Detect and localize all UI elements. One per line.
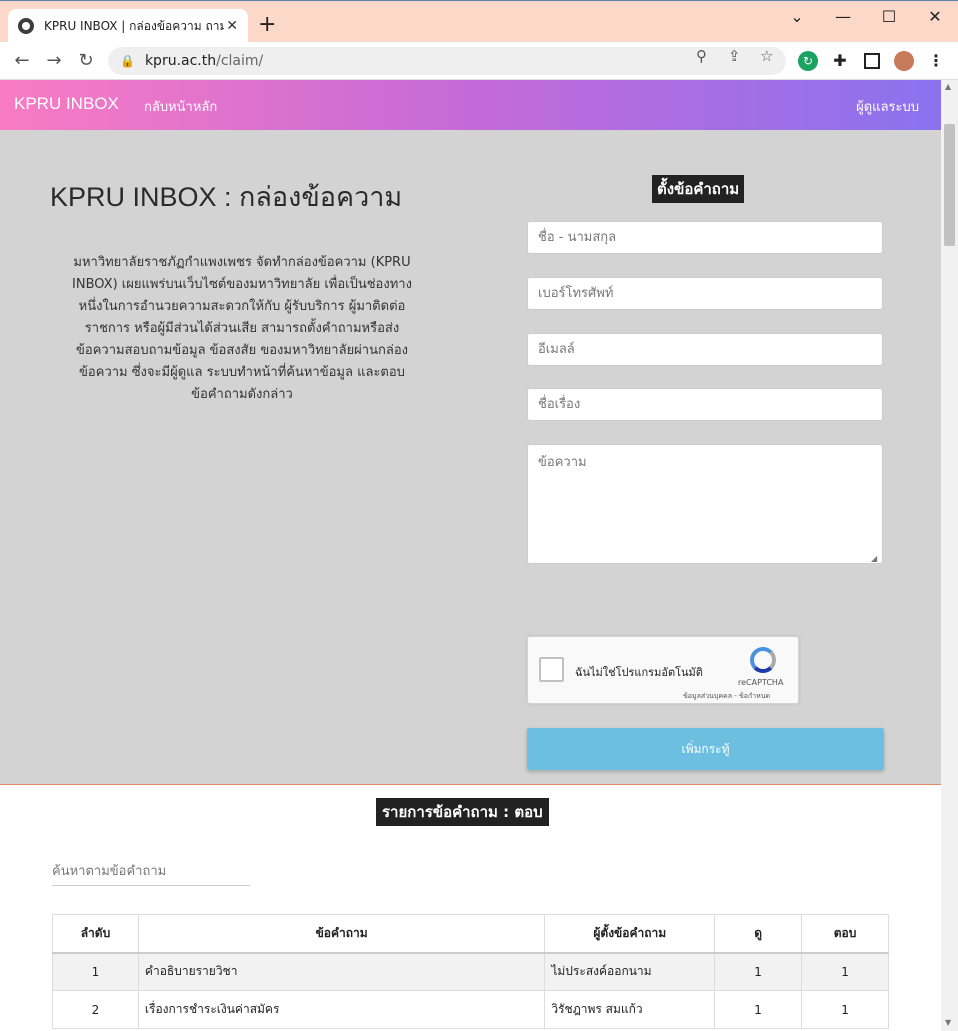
row-number: 1	[52, 952, 139, 991]
admin-link[interactable]: ผู้ดูแลระบบ	[856, 96, 919, 117]
extensions-puzzle-icon[interactable]: ✚	[830, 51, 850, 71]
tab-title: KPRU INBOX | กล่องข้อความ ถาม ต	[44, 18, 224, 33]
captcha-checkbox[interactable]	[539, 657, 564, 682]
row-answers: 1	[801, 990, 889, 1029]
row-number: 2	[52, 990, 139, 1029]
row-views: 1	[714, 990, 803, 1029]
row-views: 1	[714, 952, 803, 991]
page-viewport: KPRU INBOX กลับหน้าหลัก ผู้ดูแลระบบ KPRU…	[0, 80, 941, 1031]
recaptcha-logo-icon	[750, 647, 776, 673]
table-row[interactable]: 1 คำอธิบายรายวิชา ไม่ประสงค์ออกนาม 1 1	[52, 952, 889, 991]
site-brand[interactable]: KPRU INBOX	[14, 94, 119, 114]
form-title: ตั้งข้อคำถาม	[652, 175, 745, 203]
site-navbar: KPRU INBOX กลับหน้าหลัก ผู้ดูแลระบบ	[0, 80, 941, 130]
col-header-answers[interactable]: ตอบ	[801, 914, 889, 954]
browser-menu-icon[interactable]: ⋮	[926, 51, 946, 71]
profile-avatar[interactable]	[894, 51, 914, 71]
recaptcha-widget: ฉันไม่ใช่โปรแกรมอัตโนมัติ reCAPTCHA ข้อม…	[527, 636, 799, 704]
address-bar[interactable]: 🔒 kpru.ac.th/claim/	[108, 47, 786, 75]
scroll-down-icon[interactable]: ▼	[945, 1018, 951, 1027]
row-asker: วิรัชฎาพร สมแก้ว	[544, 990, 716, 1029]
questions-table: ลำดับ ข้อคำถาม ผู้ตั้งข้อคำถาม ดู ตอบ 1 …	[52, 914, 889, 1029]
col-header-views[interactable]: ดู	[714, 914, 803, 954]
captcha-brand: reCAPTCHA	[738, 678, 784, 687]
subject-field[interactable]	[527, 388, 883, 421]
email-field[interactable]	[527, 333, 883, 366]
close-window-button[interactable]: ✕	[912, 7, 958, 26]
page-scrollbar[interactable]: ▲ ▼	[941, 80, 958, 1031]
minimize-button[interactable]: —	[820, 7, 866, 26]
tab-close-icon[interactable]: ✕	[226, 18, 238, 34]
captcha-label: ฉันไม่ใช่โปรแกรมอัตโนมัติ	[575, 666, 703, 679]
row-question[interactable]: คำอธิบายรายวิชา	[137, 952, 546, 991]
side-panel-icon[interactable]	[864, 53, 880, 69]
browser-tab[interactable]: KPRU INBOX | กล่องข้อความ ถาม ต ✕	[8, 9, 248, 43]
browser-toolbar: ← → ↻ 🔒 kpru.ac.th/claim/ ⚲ ⇪ ☆ ↻ ✚ ⋮	[0, 42, 958, 80]
submit-button[interactable]: เพิ่มกระทู้	[527, 728, 884, 770]
bookmark-star-icon[interactable]: ☆	[760, 47, 773, 65]
new-tab-button[interactable]: +	[258, 13, 276, 37]
back-icon[interactable]: ←	[10, 50, 34, 71]
scroll-up-icon[interactable]: ▲	[945, 82, 951, 91]
share-icon[interactable]: ⇪	[728, 47, 741, 65]
col-header-asker[interactable]: ผู้ตั้งข้อคำถาม	[544, 914, 716, 954]
table-row[interactable]: 2 เรื่องการชำระเงินค่าสมัคร วิรัชฎาพร สม…	[52, 990, 889, 1029]
table-header-row: ลำดับ ข้อคำถาม ผู้ตั้งข้อคำถาม ดู ตอบ	[52, 914, 889, 954]
home-link[interactable]: กลับหน้าหลัก	[144, 96, 217, 117]
forward-icon[interactable]: →	[42, 50, 66, 71]
row-question[interactable]: เรื่องการชำระเงินค่าสมัคร	[137, 990, 546, 1029]
globe-icon	[18, 18, 34, 34]
scrollbar-thumb[interactable]	[944, 124, 955, 246]
maximize-button[interactable]: ☐	[866, 7, 912, 26]
page-description: มหาวิทยาลัยราชภัฏกำแพงเพชร จัดทำกล่องข้อ…	[72, 255, 412, 402]
row-asker: ไม่ประสงค์ออกนาม	[544, 952, 716, 991]
grammarly-extension-icon[interactable]: ↻	[798, 51, 818, 71]
resize-grip-icon[interactable]: ◢	[871, 554, 877, 563]
col-header-question[interactable]: ข้อคำถาม	[137, 914, 546, 954]
page-title: KPRU INBOX : กล่องข้อความ	[50, 182, 403, 212]
zoom-icon[interactable]: ⚲	[696, 47, 707, 65]
list-title: รายการข้อคำถาม : ตอบ	[376, 798, 549, 826]
url-path: /claim/	[216, 53, 264, 69]
name-field[interactable]	[527, 221, 883, 254]
captcha-links[interactable]: ข้อมูลส่วนบุคคล - ข้อกำหนด	[683, 691, 770, 702]
message-field[interactable]	[527, 444, 883, 564]
phone-field[interactable]	[527, 277, 883, 310]
search-input[interactable]	[52, 858, 250, 886]
hero-section: KPRU INBOX : กล่องข้อความ มหาวิทยาลัยราช…	[0, 130, 941, 785]
reload-icon[interactable]: ↻	[74, 50, 98, 71]
lock-icon[interactable]: 🔒	[120, 54, 135, 68]
row-answers: 1	[801, 952, 889, 991]
col-header-no[interactable]: ลำดับ	[52, 914, 139, 954]
url-host: kpru.ac.th	[144, 53, 217, 69]
browser-tabstrip: KPRU INBOX | กล่องข้อความ ถาม ต ✕ + ⌄ — …	[0, 0, 958, 43]
chevron-down-icon[interactable]: ⌄	[774, 7, 820, 26]
